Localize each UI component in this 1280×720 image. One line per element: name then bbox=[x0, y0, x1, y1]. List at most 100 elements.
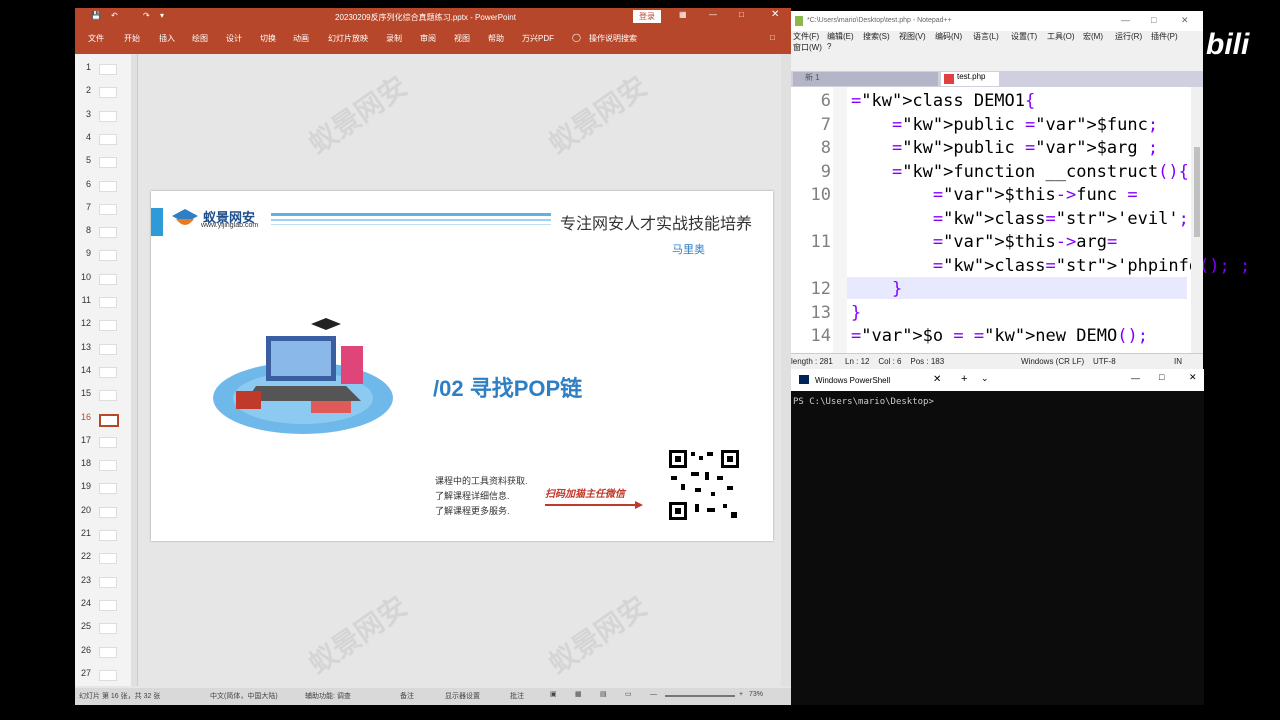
code-line[interactable]: ="var">$this->func = bbox=[851, 185, 1138, 205]
menu-search[interactable]: 搜索(S) bbox=[863, 31, 890, 42]
code-line[interactable]: ="kw">class DEMO1{ bbox=[851, 91, 1035, 111]
npp-close-icon[interactable]: ✕ bbox=[1181, 15, 1189, 26]
comment-icon[interactable]: □ bbox=[770, 33, 775, 42]
code-line[interactable]: ="kw">class="str">'evil'; bbox=[851, 209, 1189, 229]
thumbnail-6[interactable]: 6 bbox=[75, 177, 137, 193]
tab-insert[interactable]: 插入 bbox=[159, 33, 175, 44]
thumbnail-scrollbar[interactable] bbox=[131, 54, 137, 686]
tab-file[interactable]: 文件 bbox=[88, 33, 104, 44]
thumbnail-26[interactable]: 26 bbox=[75, 643, 137, 659]
menu-window[interactable]: 窗口(W) bbox=[793, 42, 822, 53]
thumbnail-3[interactable]: 3 bbox=[75, 107, 137, 123]
thumbnail-18[interactable]: 18 bbox=[75, 456, 137, 472]
menu-settings[interactable]: 设置(T) bbox=[1011, 31, 1037, 42]
thumbnail-1[interactable]: 1 bbox=[75, 60, 137, 76]
comments-button[interactable]: 批注 bbox=[510, 691, 524, 701]
thumbnail-19[interactable]: 19 bbox=[75, 479, 137, 495]
thumbnail-14[interactable]: 14 bbox=[75, 363, 137, 379]
ps-minimize-icon[interactable]: — bbox=[1131, 373, 1140, 383]
zoom-out-icon[interactable]: — bbox=[650, 691, 657, 698]
tab-animations[interactable]: 动画 bbox=[293, 33, 309, 44]
zoom-slider[interactable] bbox=[665, 695, 735, 697]
menu-encoding[interactable]: 编码(N) bbox=[935, 31, 962, 42]
tab-view[interactable]: 视图 bbox=[454, 33, 470, 44]
thumbnail-12[interactable]: 12 bbox=[75, 316, 137, 332]
menu-tools[interactable]: 工具(O) bbox=[1047, 31, 1075, 42]
ribbon-display-icon[interactable]: ▦ bbox=[679, 10, 687, 19]
ps-close-icon[interactable]: ✕ bbox=[1189, 372, 1197, 383]
undo-icon[interactable]: ↶ bbox=[111, 11, 118, 20]
tell-me-search[interactable]: 操作说明搜索 bbox=[589, 33, 637, 44]
thumbnail-11[interactable]: 11 bbox=[75, 293, 137, 309]
menu-edit[interactable]: 编辑(E) bbox=[827, 31, 854, 42]
thumbnail-21[interactable]: 21 bbox=[75, 526, 137, 542]
quick-access-icon[interactable]: ▾ bbox=[160, 11, 164, 20]
thumbnail-7[interactable]: 7 bbox=[75, 200, 137, 216]
tab-transitions[interactable]: 切换 bbox=[260, 33, 276, 44]
reading-view-icon[interactable]: ▤ bbox=[600, 690, 607, 698]
thumbnail-5[interactable]: 5 bbox=[75, 153, 137, 169]
thumbnail-22[interactable]: 22 bbox=[75, 549, 137, 565]
thumbnail-4[interactable]: 4 bbox=[75, 130, 137, 146]
tab-new1[interactable]: 新 1 bbox=[793, 72, 938, 86]
language[interactable]: 中文(简体，中国大陆) bbox=[210, 691, 278, 701]
tab-pdf[interactable]: 万兴PDF bbox=[522, 33, 554, 44]
ps-maximize-icon[interactable]: □ bbox=[1159, 372, 1164, 382]
login-button[interactable]: 登录 bbox=[633, 10, 661, 23]
code-line[interactable]: ="kw">public ="var">$func; bbox=[851, 115, 1158, 135]
ps-tab[interactable]: Windows PowerShell ✕ bbox=[793, 369, 953, 391]
ps-terminal[interactable]: PS C:\Users\mario\Desktop> bbox=[791, 391, 1204, 705]
menu-language[interactable]: 语言(L) bbox=[973, 31, 999, 42]
tab-draw[interactable]: 绘图 bbox=[192, 33, 208, 44]
thumbnail-8[interactable]: 8 bbox=[75, 223, 137, 239]
thumbnail-25[interactable]: 25 bbox=[75, 619, 137, 635]
thumbnail-15[interactable]: 15 bbox=[75, 386, 137, 402]
npp-vscrollbar[interactable] bbox=[1191, 87, 1203, 353]
thumbnail-23[interactable]: 23 bbox=[75, 573, 137, 589]
slideshow-view-icon[interactable]: ▭ bbox=[625, 690, 632, 698]
maximize-icon[interactable]: □ bbox=[739, 10, 744, 19]
code-line[interactable]: } bbox=[851, 303, 861, 323]
npp-maximize-icon[interactable]: □ bbox=[1151, 15, 1156, 25]
code-line[interactable]: ="var">$o = ="kw">new DEMO(); bbox=[851, 326, 1148, 346]
tab-slideshow[interactable]: 幻灯片放映 bbox=[328, 33, 368, 44]
thumbnail-10[interactable]: 10 bbox=[75, 270, 137, 286]
thumbnail-20[interactable]: 20 bbox=[75, 503, 137, 519]
menu-file[interactable]: 文件(F) bbox=[793, 31, 819, 42]
notes-button[interactable]: 备注 bbox=[400, 691, 414, 701]
zoom-in-icon[interactable]: + bbox=[739, 691, 743, 698]
menu-plugins[interactable]: 插件(P) bbox=[1151, 31, 1178, 42]
menu-macro[interactable]: 宏(M) bbox=[1083, 31, 1103, 42]
save-icon[interactable]: 💾 bbox=[91, 11, 101, 20]
code-line[interactable]: ="kw">public ="var">$arg ; bbox=[851, 138, 1158, 158]
thumbnail-2[interactable]: 2 bbox=[75, 83, 137, 99]
menu-run[interactable]: 运行(R) bbox=[1115, 31, 1142, 42]
slide-vertical-scrollbar[interactable] bbox=[781, 54, 791, 686]
thumbnail-9[interactable]: 9 bbox=[75, 246, 137, 262]
thumbnail-16[interactable]: 16 bbox=[75, 410, 137, 427]
current-slide[interactable]: 蚁景网安 www.yijinglab.com 专注网安人才实战技能培养 马里奥 … bbox=[151, 191, 773, 541]
tab-review[interactable]: 审阅 bbox=[420, 33, 436, 44]
new-tab-icon[interactable]: + bbox=[961, 373, 967, 385]
thumbnail-17[interactable]: 17 bbox=[75, 433, 137, 449]
sorter-view-icon[interactable]: ▦ bbox=[575, 690, 582, 698]
tab-help[interactable]: 帮助 bbox=[488, 33, 504, 44]
minimize-icon[interactable]: — bbox=[709, 10, 717, 19]
menu-help[interactable]: ? bbox=[827, 42, 831, 51]
thumbnail-13[interactable]: 13 bbox=[75, 340, 137, 356]
thumbnail-24[interactable]: 24 bbox=[75, 596, 137, 612]
zoom-level[interactable]: 73% bbox=[749, 691, 763, 698]
ps-tab-close-icon[interactable]: ✕ bbox=[933, 374, 941, 385]
redo-icon[interactable]: ↷ bbox=[143, 11, 150, 20]
accessibility[interactable]: 辅助功能: 调查 bbox=[305, 691, 351, 701]
tab-record[interactable]: 录制 bbox=[386, 33, 402, 44]
npp-editor[interactable]: 6 ="kw">class DEMO1{7 ="kw">public ="var"… bbox=[791, 87, 1250, 353]
tab-dropdown-icon[interactable]: ⌄ bbox=[981, 373, 989, 384]
thumbnail-27[interactable]: 27 bbox=[75, 666, 137, 682]
menu-view[interactable]: 视图(V) bbox=[899, 31, 926, 42]
code-line[interactable]: } bbox=[851, 279, 902, 299]
npp-minimize-icon[interactable]: — bbox=[1121, 15, 1130, 25]
code-line[interactable]: ="kw">function __construct(){ bbox=[851, 162, 1189, 182]
tab-design[interactable]: 设计 bbox=[226, 33, 242, 44]
code-line[interactable]: ="var">$this->arg= bbox=[851, 232, 1117, 252]
